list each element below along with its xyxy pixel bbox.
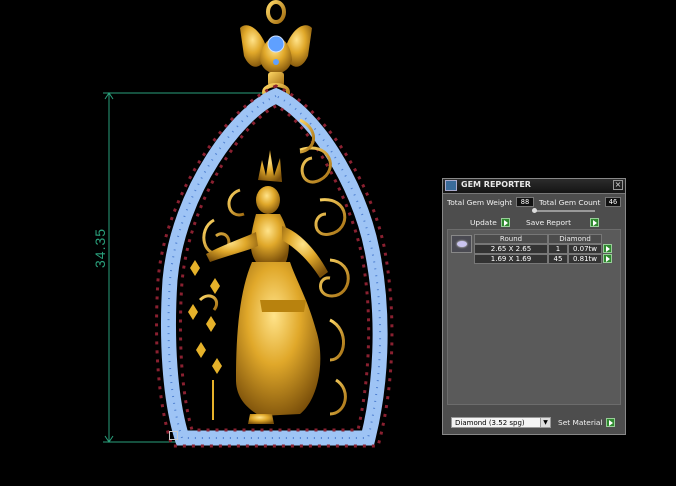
gem-list[interactable]: Round Diamond 2.65 X 2.65 1 0.07tw 1.69 … — [447, 229, 621, 405]
gem-size: 1.69 X 1.69 — [474, 254, 548, 264]
gem-weight: 0.07tw — [568, 244, 602, 254]
total-gem-weight-value: 88 — [516, 197, 534, 207]
dancer-figure — [206, 150, 328, 424]
column-header-shape: Round — [474, 234, 548, 244]
slider-handle[interactable] — [532, 208, 537, 213]
chevron-down-icon[interactable]: ▼ — [540, 418, 550, 427]
gem-count: 45 — [548, 254, 568, 264]
gold-flowers — [188, 260, 222, 420]
gem-size: 2.65 X 2.65 — [474, 244, 548, 254]
save-report-go-icon[interactable] — [590, 218, 599, 227]
total-gem-weight-label: Total Gem Weight — [447, 198, 513, 207]
close-icon[interactable]: × — [613, 180, 623, 190]
update-go-icon[interactable] — [501, 218, 510, 227]
gem-reporter-title: GEM REPORTER — [461, 180, 531, 189]
update-button[interactable]: Update — [470, 217, 497, 228]
material-select-value: Diamond (3.52 spg) — [455, 419, 525, 427]
gem-count: 1 — [548, 244, 568, 254]
column-header-material: Diamond — [548, 234, 602, 244]
diamond-gem-icon[interactable] — [451, 235, 472, 253]
set-material-go-icon[interactable] — [606, 418, 615, 427]
total-gem-count-label: Total Gem Count — [539, 198, 601, 207]
gem-reporter-panel: GEM REPORTER × Total Gem Weight 88 Total… — [442, 178, 626, 435]
material-select[interactable]: Diamond (3.52 spg) ▼ — [451, 417, 551, 428]
slider-track[interactable] — [535, 210, 595, 212]
total-gem-count-value: 46 — [605, 197, 621, 207]
row-select-icon[interactable] — [603, 244, 612, 253]
dimension-label: 34.35 — [92, 227, 108, 268]
viewport-marker — [169, 431, 178, 440]
save-report-button[interactable]: Save Report — [526, 217, 571, 228]
gem-reporter-icon — [445, 180, 457, 191]
row-select-icon[interactable] — [603, 254, 612, 263]
set-material-button[interactable]: Set Material — [558, 417, 603, 428]
gem-weight: 0.81tw — [568, 254, 602, 264]
gem-reporter-titlebar[interactable]: GEM REPORTER × — [443, 179, 625, 194]
